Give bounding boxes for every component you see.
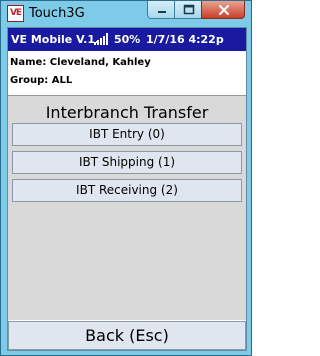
app-window: VE Touch3G VE Mobile V.1. 50% 1/7/16 4:2… (0, 0, 252, 356)
battery-level: 50% (114, 33, 141, 46)
ibt-shipping-button[interactable]: IBT Shipping (1) (12, 151, 242, 174)
app-version: VE Mobile V.1. (11, 33, 100, 46)
client-area: VE Mobile V.1. 50% 1/7/16 4:22p Name: Cl… (7, 27, 247, 351)
back-button[interactable]: Back (Esc) (8, 321, 246, 350)
signal-strength-icon (94, 33, 110, 48)
menu-panel: Interbranch Transfer IBT Entry (0) IBT S… (8, 95, 246, 320)
close-icon (218, 4, 230, 16)
date-time: 1/7/16 4:22p (146, 33, 224, 46)
close-button[interactable] (201, 1, 245, 19)
maximize-button[interactable] (174, 1, 202, 19)
maximize-icon (183, 4, 195, 15)
ibt-receiving-button[interactable]: IBT Receiving (2) (12, 179, 242, 202)
minimize-icon (158, 11, 166, 13)
minimize-button[interactable] (147, 1, 175, 19)
title-bar[interactable]: VE Touch3G (1, 1, 251, 27)
device-status-bar: VE Mobile V.1. 50% 1/7/16 4:22p (8, 28, 246, 51)
app-logo-icon: VE (7, 5, 24, 22)
user-group: Group: ALL (10, 75, 73, 86)
window-title: Touch3G (29, 6, 85, 21)
user-name: Name: Cleveland, Kahley (10, 57, 151, 68)
ibt-entry-button[interactable]: IBT Entry (0) (12, 123, 242, 146)
panel-title: Interbranch Transfer (45, 103, 209, 122)
